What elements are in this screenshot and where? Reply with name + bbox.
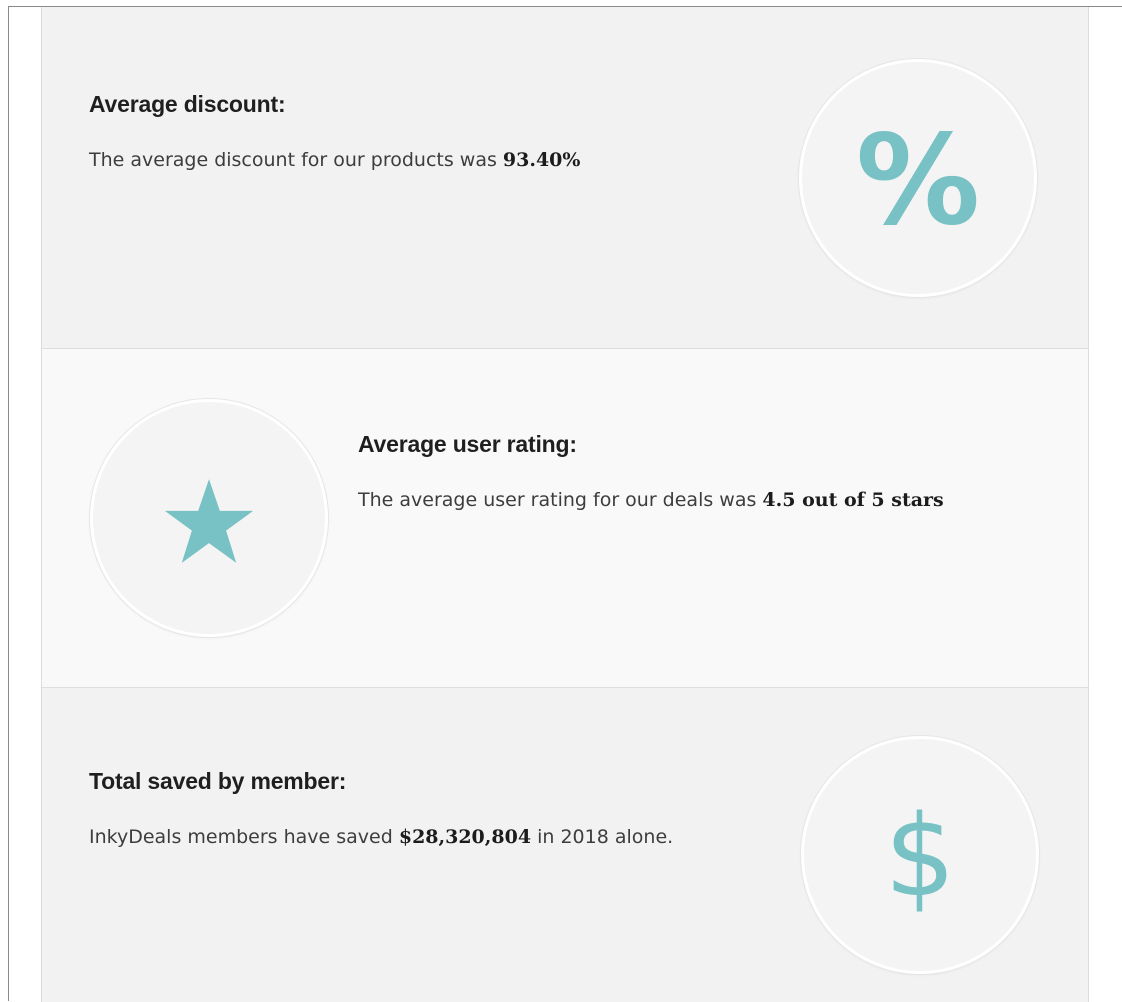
rating-value: 4.5 out of 5 stars: [762, 489, 944, 511]
stat-section-savings: Total saved by member: InkyDeals members…: [41, 688, 1089, 1002]
page-frame: Average discount: The average discount f…: [8, 6, 1122, 1002]
discount-text-before: The average discount for our products wa…: [89, 149, 503, 171]
dollar-icon: $: [884, 792, 956, 922]
rating-heading: Average user rating:: [358, 431, 577, 457]
discount-heading: Average discount:: [89, 91, 286, 117]
savings-icon-circle: $: [801, 736, 1039, 974]
savings-text: InkyDeals members have saved $28,320,804…: [89, 824, 769, 850]
star-icon: [164, 479, 254, 563]
percent-icon: %: [855, 109, 981, 253]
savings-text-before: InkyDeals members have saved: [89, 826, 399, 848]
discount-text: The average discount for our products wa…: [89, 147, 729, 173]
savings-value: $28,320,804: [398, 826, 532, 848]
savings-text-after: in 2018 alone.: [531, 826, 674, 848]
stat-section-discount: Average discount: The average discount f…: [41, 7, 1089, 349]
rating-icon-circle: [90, 399, 328, 637]
savings-heading: Total saved by member:: [89, 768, 347, 794]
rating-text-before: The average user rating for our deals wa…: [358, 489, 763, 511]
discount-value: 93.40%: [502, 149, 581, 171]
stat-section-rating: Average user rating: The average user ra…: [41, 349, 1089, 688]
discount-icon-circle: %: [799, 59, 1037, 297]
rating-text: The average user rating for our deals wa…: [358, 487, 1038, 513]
